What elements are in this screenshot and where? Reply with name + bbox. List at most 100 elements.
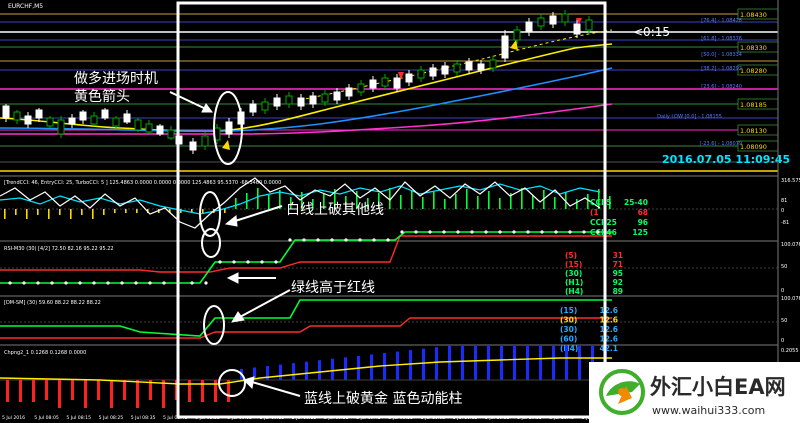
rsi-dot [456,230,460,234]
rsi-dot [400,230,404,234]
price-box: 1.08090 [737,140,779,152]
legend-row: (H1) 92 [565,278,623,287]
cci-bar [202,209,204,213]
rsi-dot [148,281,152,285]
fib-level-tag: [23.6] - 1.08240 [701,84,742,90]
legend-value: 89 [613,287,623,296]
momentum-bar [136,380,139,408]
scale-label: 50 [781,264,787,270]
legend-label: (30) [560,325,577,334]
rsi-dot [596,230,600,234]
cci-bar [521,188,523,209]
rsi-dot [274,260,278,264]
rsi-dot [498,230,502,234]
watermark[interactable]: 外汇小白EA网 www.waihui333.com [589,362,800,423]
momentum-bar [19,380,22,402]
rsi-panel[interactable]: RSI-M30 (30) [4/2] 72.50 82.16 95.22 95.… [0,230,800,296]
watermark-url: www.waihui333.com [652,404,765,417]
candle [112,116,120,128]
cci-bar [411,190,413,209]
rsi-scale: 100.0762 50 0 [781,242,800,294]
momentum-bar [526,346,529,380]
momentum-bar [448,346,451,380]
rsi-dot [8,281,12,285]
cci-bar [224,209,226,213]
rsi-dot [134,281,138,285]
main-price-panel[interactable]: 1.08430 1.08330 1.08280 1.08185 1.08130 1.080… [0,0,790,175]
legend-row: (15) 12.6 [560,306,618,315]
scale-label: 0 [781,288,784,294]
legend-value: 12.6 [599,335,618,344]
legend-label: (15) [560,306,577,315]
momentum-bar [461,346,464,380]
dm-panel[interactable]: [DM-SM] (30) 59.60 88.22 88.22 88.22 (15… [0,296,800,353]
cci-note: 白线上破其他线 [286,202,384,218]
rsi-dot [288,238,292,242]
fib-level-tag: [61.8] - 1.08376 [701,36,742,42]
rsi-dot [36,281,40,285]
price-box-label: 1.08330 [740,44,767,52]
entry-note-line1: 做多进场时机 [74,70,158,87]
rsi-dot [372,238,376,242]
cci-panel[interactable]: [TrendCCI: 46, EntryCCI: 25, TurboCCI: 5… [0,177,800,237]
momentum-bar [552,346,555,380]
cci-bar [422,197,424,209]
time-axis-label: 5 Jul 08:05 [34,415,59,421]
price-box-label: 1.08430 [740,11,767,19]
symbol-title: EURCHF,M5 [8,3,43,10]
momentum-bar [578,346,581,380]
rsi-dot [568,230,572,234]
rsi-dot [302,238,306,242]
legend-label: (60) [560,335,577,344]
legend-label: (30) [565,269,582,278]
rsi-dots [8,230,600,285]
momentum-bar [45,380,48,400]
scale-label: 0 [781,208,784,214]
momentum-bar [97,380,100,400]
rsi-dot [414,230,418,234]
rsi-dot [120,281,124,285]
momentum-bar [123,380,126,400]
rsi-dot [526,230,530,234]
legend-label: (5) [565,251,577,260]
rsi-dot [162,281,166,285]
momentum-bar [318,360,321,380]
time-axis-label: 5 Jul 2016 [2,415,25,421]
rsi-dot [554,230,558,234]
cci-bar [37,209,39,215]
price-box-label: 1.08280 [740,67,767,75]
momentum-bar [32,380,35,402]
momentum-bar [305,361,308,380]
price-box-label: 1.08185 [740,101,767,109]
cci-scale: 316.5751 81 0 -81 [781,178,800,226]
countdown-label: <0:15 [633,25,670,39]
rsi-dot [582,230,586,234]
rsi-header: RSI-M30 (30) [4/2] 72.50 82.16 95.22 95.… [4,246,114,252]
legend-row: CCI 25 96 [590,218,648,227]
momentum-bar [487,346,490,380]
price-box-label: 1.08090 [740,143,767,151]
cci-bar [70,209,72,219]
rsi-dot [344,238,348,242]
legend-label: (H1) [565,278,583,287]
legend-row: (60) 12.6 [560,335,618,344]
momentum-bar [435,347,438,380]
momentum-bar [162,380,165,408]
legend-row: (H4) 89 [565,287,623,296]
cci-bar [26,209,28,219]
price-box-label: 1.08130 [740,127,767,135]
cci-header: [TrendCCI: 46, EntryCCI: 25, TurboCCI: 5… [4,180,281,186]
momentum-bar [110,380,113,408]
legend-label: (H4) [560,344,578,353]
rsi-dot [64,281,68,285]
legend-label: (30) [560,316,577,325]
time-axis-label: 5 Jul 08:15 [66,415,91,421]
momentum-bar [58,380,61,408]
dm-red-line [0,317,612,339]
momentum-bar [292,363,295,380]
momentum-bar [383,353,386,380]
momentum-bar [71,380,74,400]
gold-note: 蓝线上破黄金 蓝色动能柱 [304,390,462,407]
candle [134,118,142,132]
chart-timestamp: 2016.07.05 11:09:45 [662,153,790,166]
